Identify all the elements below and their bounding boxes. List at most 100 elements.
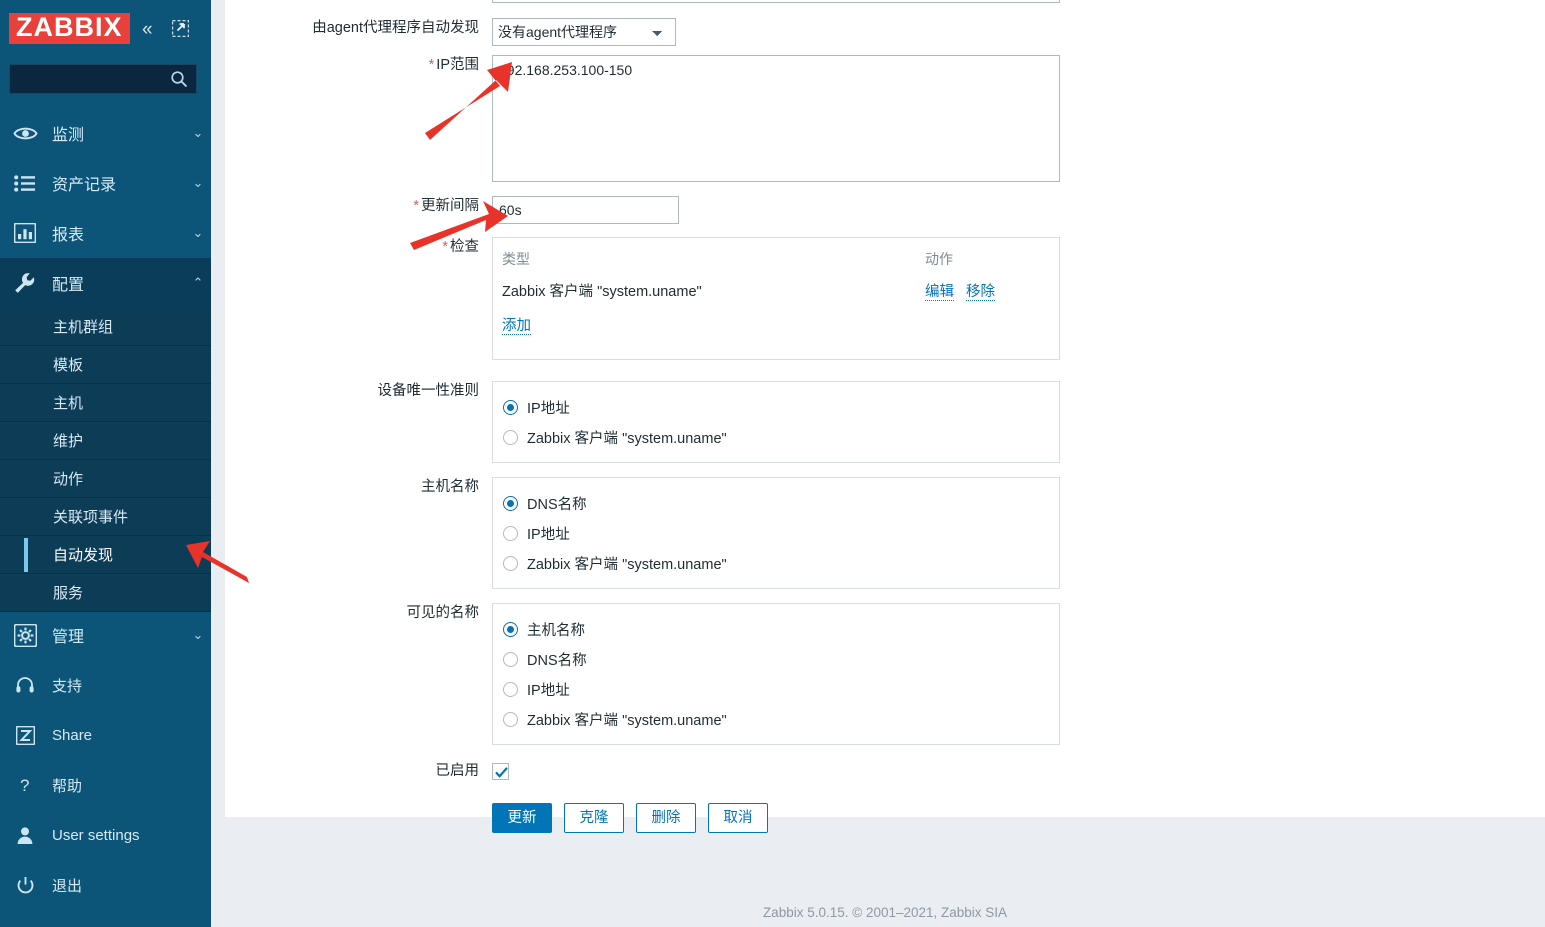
sidebar-item-label: Share — [52, 726, 93, 744]
sidebar-item-maintenance[interactable]: 维护 — [0, 422, 211, 460]
sidebar-item-administration[interactable]: 管理 ⌄ — [0, 610, 211, 660]
required-marker: * — [428, 57, 435, 73]
sidebar-subitem-label: 服务 — [53, 585, 84, 602]
update-button[interactable]: 更新 — [492, 803, 552, 833]
checks-col-action: 动作 — [925, 251, 953, 267]
cutoff-input-bottom — [492, 0, 1060, 3]
sidebar-subitem-label: 动作 — [53, 471, 84, 488]
enabled-checkbox[interactable] — [492, 762, 509, 780]
checks-col-type: 类型 — [502, 251, 530, 267]
check-type-cell: Zabbix 客户端 "system.uname" — [502, 284, 702, 300]
sidebar-header: ZABBIX « — [0, 0, 211, 94]
chevron-down-icon[interactable]: ⌄ — [185, 627, 211, 643]
chevron-down-icon[interactable]: ⌄ — [185, 225, 211, 241]
radio-device-uniqueness-ip[interactable]: IP地址 — [493, 392, 1059, 422]
sidebar-item-event-correlation[interactable]: 关联项事件 — [0, 498, 211, 536]
chevrons-left-icon[interactable]: « — [142, 20, 153, 39]
radio-label: DNS名称 — [527, 496, 587, 513]
checks-header-row: 类型 动作 — [501, 248, 1051, 279]
cancel-button[interactable]: 取消 — [708, 803, 768, 833]
bar-chart-icon — [9, 220, 41, 246]
row-proxy: 由agent代理程序自动发现 没有agent代理程序 — [225, 18, 1325, 46]
sidebar-item-services[interactable]: 服务 — [0, 574, 211, 612]
chevron-down-icon[interactable]: ⌄ — [185, 125, 211, 141]
radio-label: IP地址 — [527, 682, 570, 699]
zabbix-logo[interactable]: ZABBIX — [9, 13, 130, 44]
clone-button[interactable]: 克隆 — [564, 803, 624, 833]
sidebar-item-configuration[interactable]: 配置 ⌃ — [0, 258, 211, 308]
row-update-interval: * 更新间隔 — [225, 196, 1325, 224]
sidebar-item-label: 报表 — [52, 227, 85, 244]
radio-host-name-dns[interactable]: DNS名称 — [493, 488, 1059, 518]
expand-icon[interactable] — [171, 19, 190, 38]
sidebar-item-hosts[interactable]: 主机 — [0, 384, 211, 422]
host-name-label: 主机名称 — [421, 479, 479, 495]
sidebar-item-host-groups[interactable]: 主机群组 — [0, 308, 211, 346]
radio-dot — [503, 525, 518, 541]
radio-visible-name-host[interactable]: 主机名称 — [493, 614, 1059, 644]
visible-name-label: 可见的名称 — [406, 605, 480, 621]
sidebar-item-help[interactable]: ? 帮助 — [0, 760, 211, 810]
remove-check-link[interactable]: 移除 — [966, 284, 996, 301]
sidebar-nav: 监测 ⌄ 资产记录 ⌄ 报表 ⌄ 配置 ⌃ 主机群组 模板 主机 维护 动作 关… — [0, 108, 211, 612]
edit-check-link[interactable]: 编辑 — [925, 284, 954, 301]
sidebar-item-inventory[interactable]: 资产记录 ⌄ — [0, 158, 211, 208]
app-root: ZABBIX « 监测 ⌄ 资产记录 ⌄ 报表 ⌄ 配置 ⌃ 主机群组 模板 主… — [0, 0, 1545, 927]
ip-range-textarea[interactable] — [492, 55, 1060, 182]
sidebar-item-label: 帮助 — [52, 777, 83, 795]
row-device-uniqueness: 设备唯一性准则 IP地址 Zabbix 客户端 "system.uname" — [225, 381, 1325, 463]
sidebar-item-label: User settings — [52, 826, 140, 844]
sidebar-item-support[interactable]: 支持 — [0, 660, 211, 710]
sidebar-item-user-settings[interactable]: User settings — [0, 810, 211, 860]
checks-label: * 检查 — [442, 239, 479, 255]
radio-visible-name-dns[interactable]: DNS名称 — [493, 644, 1059, 674]
sidebar-subitem-label: 关联项事件 — [53, 509, 129, 526]
chevron-up-icon[interactable]: ⌃ — [185, 275, 211, 291]
radio-device-uniqueness-uname[interactable]: Zabbix 客户端 "system.uname" — [493, 422, 1059, 452]
add-check-link[interactable]: 添加 — [502, 318, 531, 335]
sidebar-item-templates[interactable]: 模板 — [0, 346, 211, 384]
radio-host-name-uname[interactable]: Zabbix 客户端 "system.uname" — [493, 548, 1059, 578]
sidebar-subitem-label: 主机群组 — [53, 319, 114, 336]
sidebar-item-signout[interactable]: 退出 — [0, 860, 211, 910]
radio-dot — [503, 621, 518, 637]
question-icon: ? — [9, 773, 41, 797]
search-input[interactable] — [10, 65, 160, 91]
proxy-select[interactable]: 没有agent代理程序 — [492, 18, 676, 46]
headset-icon — [9, 673, 41, 697]
radio-visible-name-uname[interactable]: Zabbix 客户端 "system.uname" — [493, 704, 1059, 734]
radio-dot — [503, 651, 518, 667]
sidebar-item-label: 支持 — [52, 677, 83, 695]
radio-dot — [503, 399, 518, 415]
sidebar-item-reports[interactable]: 报表 ⌄ — [0, 208, 211, 258]
radio-label: Zabbix 客户端 "system.uname" — [527, 556, 727, 573]
svg-text:?: ? — [20, 776, 29, 795]
device-uniqueness-label: 设备唯一性准则 — [377, 383, 480, 399]
radio-label: Zabbix 客户端 "system.uname" — [527, 430, 727, 447]
gear-icon — [9, 622, 41, 648]
required-marker: * — [442, 239, 448, 255]
host-name-group: DNS名称 IP地址 Zabbix 客户端 "system.uname" — [492, 477, 1060, 589]
sidebar-submenu-configuration: 主机群组 模板 主机 维护 动作 关联项事件 自动发现 服务 — [0, 308, 211, 612]
radio-label: IP地址 — [527, 400, 570, 417]
sidebar-item-share[interactable]: Share — [0, 710, 211, 760]
delete-button[interactable]: 删除 — [636, 803, 696, 833]
search-icon — [170, 70, 188, 88]
radio-visible-name-ip[interactable]: IP地址 — [493, 674, 1059, 704]
wrench-icon — [9, 270, 41, 296]
radio-dot — [503, 555, 518, 571]
sidebar: ZABBIX « 监测 ⌄ 资产记录 ⌄ 报表 ⌄ 配置 ⌃ 主机群组 模板 主… — [0, 0, 211, 927]
footer-copyright: Zabbix 5.0.15. © 2001–2021, Zabbix SIA — [762, 905, 1008, 920]
sidebar-item-monitoring[interactable]: 监测 ⌄ — [0, 108, 211, 158]
sidebar-item-label: 资产记录 — [52, 177, 117, 194]
sidebar-item-discovery[interactable]: 自动发现 — [0, 536, 211, 574]
search-box[interactable] — [9, 64, 197, 94]
sidebar-bottom: 管理 ⌄ 支持 Share ? 帮助 User settings 退出 — [0, 610, 211, 910]
radio-host-name-ip[interactable]: IP地址 — [493, 518, 1059, 548]
sidebar-item-actions[interactable]: 动作 — [0, 460, 211, 498]
radio-dot — [503, 429, 518, 445]
row-checks: * 检查 类型 动作 Zabbix 客户端 "system.uname" 编辑 … — [225, 237, 1325, 360]
chevron-down-icon[interactable]: ⌄ — [185, 175, 211, 191]
sidebar-item-label: 退出 — [52, 877, 83, 895]
update-interval-input[interactable] — [492, 196, 679, 224]
